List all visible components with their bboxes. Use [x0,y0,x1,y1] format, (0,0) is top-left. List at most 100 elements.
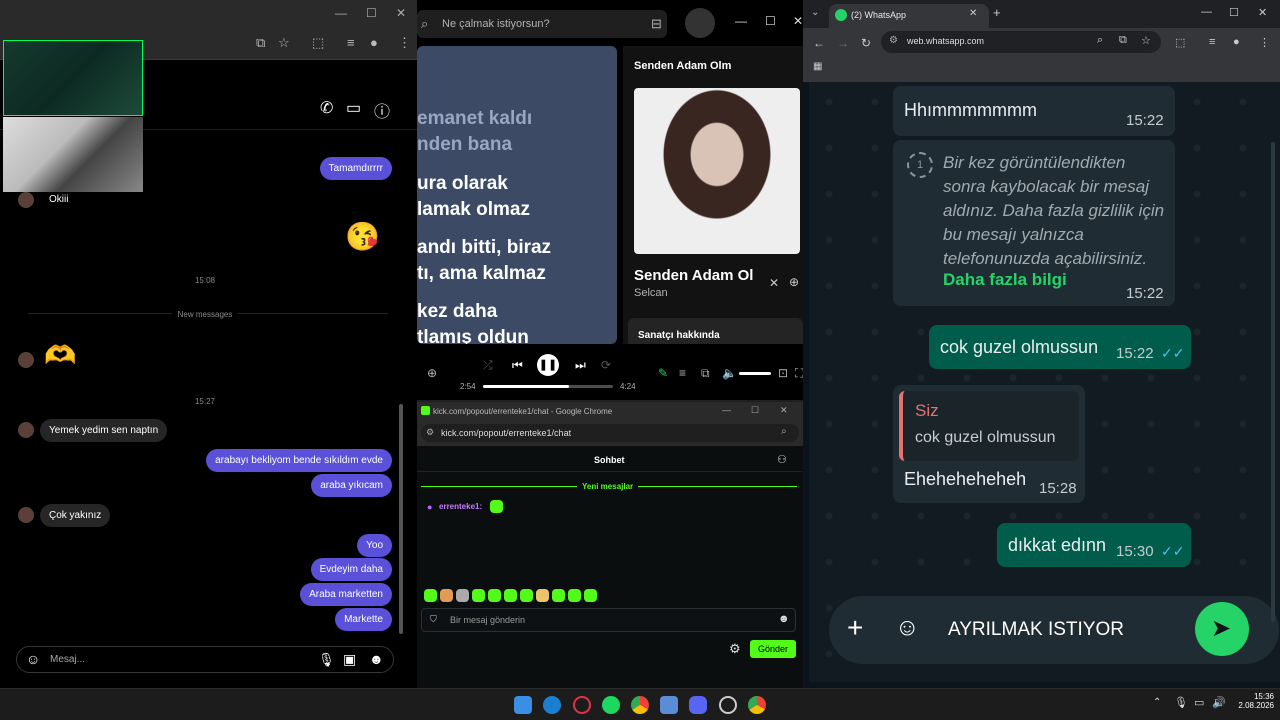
emote-icon[interactable] [584,589,597,602]
artist-name[interactable]: Selcan [634,287,668,299]
menu-icon[interactable]: ⋮ [398,35,411,51]
previous-icon[interactable]: ⏮ [512,358,523,373]
sticker-icon[interactable]: ☻ [369,651,384,667]
search-bar[interactable]: ⌕ Ne çalmak istiyorsun? ⊟ [417,10,667,38]
install-icon[interactable]: ⧉ [1119,34,1127,47]
edge-icon[interactable] [543,696,561,714]
volume-slider[interactable] [739,372,771,375]
emoji-icon[interactable]: ☻ [778,613,790,625]
lyrics-icon[interactable]: ✎ [658,366,668,380]
message-composer[interactable]: ☺ Mesaj... 🎙 ▣ ☻ [16,646,394,673]
track-title[interactable]: Senden Adam Ol [634,267,753,284]
microphone-icon[interactable]: 🎙 [1174,696,1188,709]
bookmark-icon[interactable]: ☆ [1141,34,1151,47]
maximize-icon[interactable]: ☐ [366,6,377,20]
emoji-icon[interactable]: ☺ [26,651,40,667]
address-bar[interactable]: ⚙ web.whatsapp.com ⌕ ⧉ ☆ [881,31,1161,53]
emote-icon[interactable] [488,589,501,602]
minimize-icon[interactable]: — [722,405,731,415]
zoom-icon[interactable]: ⌕ [1097,34,1103,47]
profile-icon[interactable]: ● [1233,36,1240,48]
maximize-icon[interactable]: ☐ [1229,6,1239,19]
scrollbar[interactable] [398,134,404,674]
clock[interactable]: 15:36 2.08.2026 [1230,692,1274,710]
emote-icon[interactable] [552,589,565,602]
message-input[interactable]: Mesaj... [50,654,85,665]
minimize-icon[interactable]: — [1201,6,1212,18]
add-icon[interactable]: ⊕ [789,275,799,289]
media-icon[interactable]: ≡ [1209,36,1215,48]
minimize-icon[interactable]: — [335,6,347,20]
users-icon[interactable]: ⚇ [777,453,787,466]
video-call-icon[interactable]: ▭ [346,98,361,118]
url-text[interactable]: kick.com/popout/errenteke1/chat [441,428,571,438]
learn-more-link[interactable]: Daha fazla bilgi [943,270,1067,290]
app-icon[interactable] [660,696,678,714]
network-icon[interactable]: ▭ [1194,696,1204,709]
info-icon[interactable]: ⓘ [374,98,390,122]
devices-icon[interactable]: ⧉ [701,366,710,381]
minimize-icon[interactable]: — [735,14,747,28]
reload-icon[interactable]: ↻ [861,36,871,50]
emote-icon[interactable] [536,589,549,602]
emote-icon[interactable] [472,589,485,602]
browse-icon[interactable]: ⊟ [651,16,662,32]
new-tab-icon[interactable]: + [993,5,1001,20]
miniplayer-icon[interactable]: ⊡ [778,366,788,380]
progress-bar[interactable] [483,385,613,388]
quoted-message[interactable]: Siz cok guzel olmussun [899,391,1079,461]
close-tab-icon[interactable]: ✕ [969,8,977,19]
back-icon[interactable]: ← [813,36,825,50]
emote-icon[interactable] [424,589,437,602]
emote-icon[interactable] [568,589,581,602]
maximize-icon[interactable]: ☐ [751,405,759,416]
chrome-icon[interactable] [631,696,649,714]
zoom-icon[interactable]: ⌕ [781,426,787,437]
opera-icon[interactable] [573,696,591,714]
phone-icon[interactable]: ✆ [320,98,333,118]
send-button[interactable]: Gönder [750,640,796,658]
forward-icon[interactable]: → [837,36,849,50]
discord-icon[interactable] [689,696,707,714]
chrome-icon[interactable] [748,696,766,714]
volume-icon[interactable]: 🔈 [722,366,737,380]
image-icon[interactable]: ▣ [343,651,356,668]
bookmark-icon[interactable]: ☆ [278,35,290,51]
extensions-icon[interactable]: ⬚ [312,35,324,51]
search-input[interactable]: Ne çalmak istiyorsun? [442,18,550,30]
volume-icon[interactable]: 🔊 [1212,696,1226,709]
site-info-icon[interactable]: ⚙ [426,427,434,438]
close-icon[interactable]: ✕ [793,14,803,28]
site-info-icon[interactable]: ⚙ [889,35,898,46]
emote-icon[interactable] [456,589,469,602]
steam-icon[interactable] [719,696,737,714]
send-button[interactable]: ➤ [1195,602,1249,656]
profile-icon[interactable]: ● [370,35,378,50]
apps-icon[interactable]: ▦ [813,61,822,72]
avatar[interactable] [685,8,715,38]
tab-search-icon[interactable]: ⌄ [811,7,819,18]
scrollbar[interactable] [1271,142,1275,622]
message-input[interactable]: AYRILMAK ISTIYOR [948,619,1124,641]
sticker-icon[interactable]: ☺ [895,614,920,642]
chat-input[interactable]: ⛉ Bir mesaj gönderin ☻ [421,608,796,632]
scrollbar-thumb[interactable] [399,404,403,634]
emote-icon[interactable] [520,589,533,602]
tab-whatsapp[interactable]: (2) WhatsApp ✕ [829,4,989,28]
close-icon[interactable]: ✕ [769,276,779,290]
close-icon[interactable]: ✕ [780,405,788,416]
next-icon[interactable]: ⏭ [575,358,586,373]
emote-icon[interactable] [440,589,453,602]
address-bar[interactable]: ⚙ kick.com/popout/errenteke1/chat ⌕ [421,424,799,442]
add-icon[interactable]: ⊕ [427,366,437,380]
pause-button[interactable]: ❚❚ [537,354,559,376]
shuffle-icon[interactable]: ⤮ [483,358,493,373]
queue-icon[interactable]: ≡ [679,366,686,380]
close-icon[interactable]: ✕ [396,6,406,20]
media-icon[interactable]: ≡ [347,35,355,50]
chat-username[interactable]: errenteke1: [439,502,482,511]
install-icon[interactable]: ⧉ [256,35,265,51]
attach-icon[interactable]: + [847,612,863,644]
settings-icon[interactable]: ⚙ [729,641,741,657]
close-icon[interactable]: ✕ [1258,6,1267,19]
